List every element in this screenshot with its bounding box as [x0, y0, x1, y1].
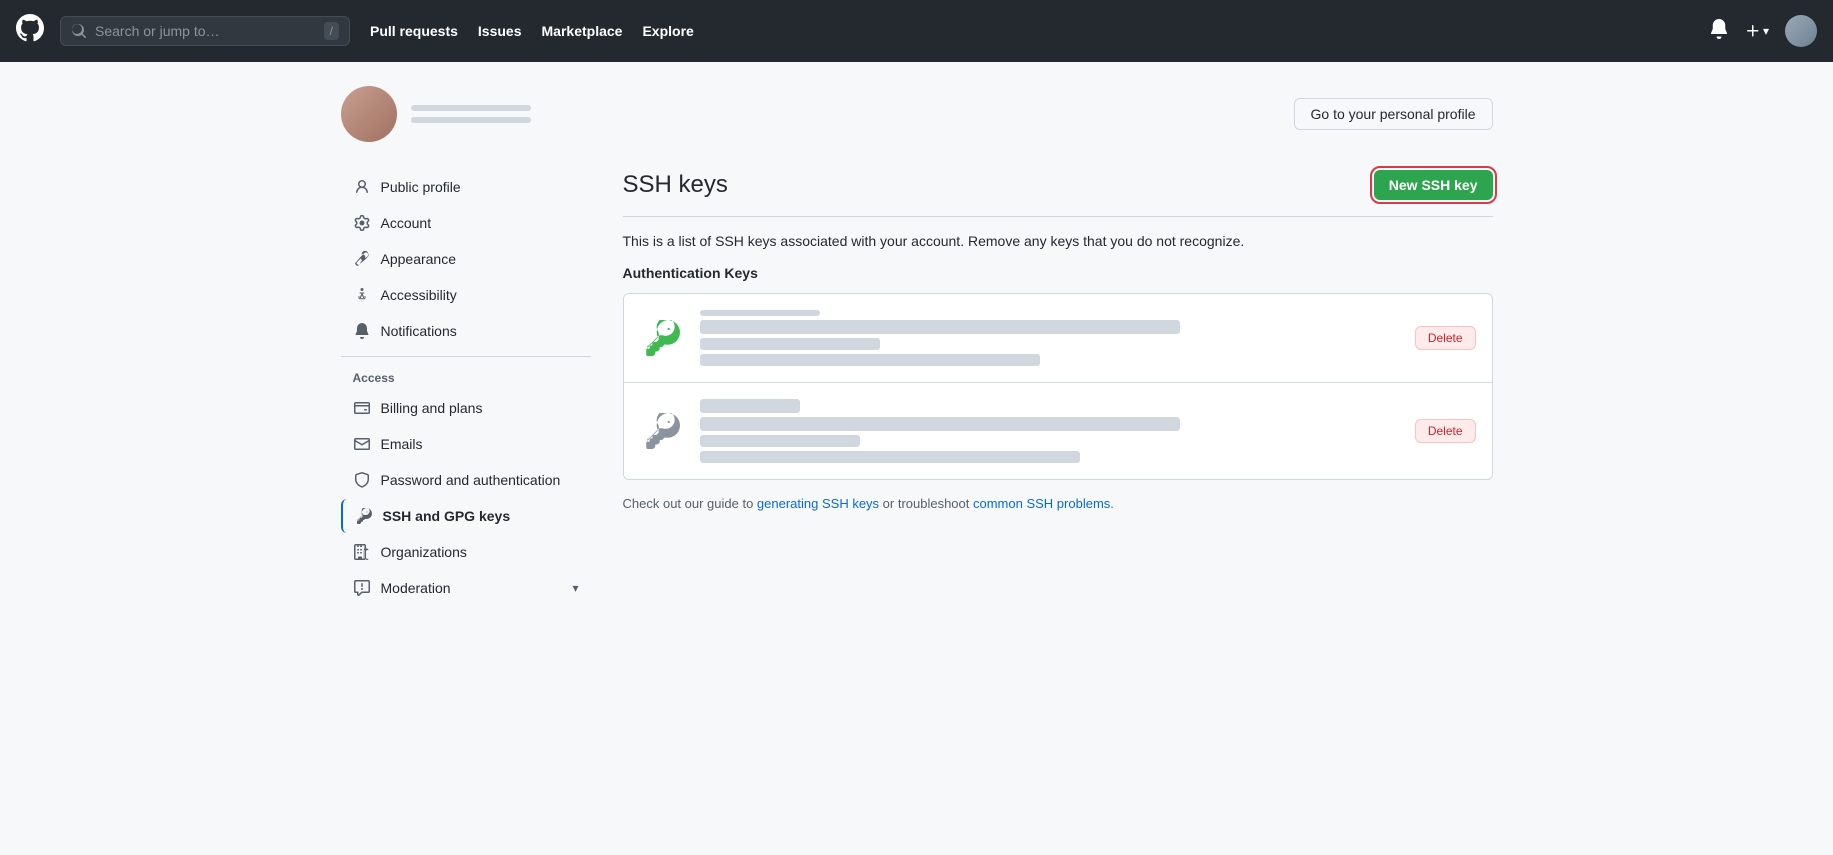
notifications-icon[interactable] [1709, 19, 1729, 44]
sidebar-item-organizations[interactable]: Organizations [341, 535, 591, 569]
user-avatar-nav[interactable] [1785, 15, 1817, 47]
sidebar-item-public-profile[interactable]: Public profile [341, 170, 591, 204]
generating-ssh-keys-link[interactable]: generating SSH keys [757, 496, 879, 511]
sidebar-item-appearance[interactable]: Appearance [341, 242, 591, 276]
sidebar-item-label: Notifications [381, 323, 457, 339]
sidebar-nav: Public profile Account Appearance [341, 170, 591, 605]
sidebar-item-billing[interactable]: Billing and plans [341, 391, 591, 425]
sidebar-item-label: Account [381, 215, 432, 231]
topnav-right: ▾ [1709, 15, 1817, 47]
profile-name-block [411, 105, 531, 123]
sidebar-item-emails[interactable]: Emails [341, 427, 591, 461]
main-layout: Public profile Account Appearance [341, 170, 1493, 607]
sidebar-item-account[interactable]: Account [341, 206, 591, 240]
credit-card-icon [353, 399, 371, 417]
ssh-key-info [700, 310, 1399, 366]
marketplace-link[interactable]: Marketplace [542, 23, 623, 39]
sidebar-item-label: Accessibility [381, 287, 457, 303]
sidebar-item-label: SSH and GPG keys [383, 508, 511, 524]
ssh-key-meta2 [700, 354, 1040, 366]
section-description: This is a list of SSH keys associated wi… [623, 233, 1493, 249]
new-ssh-key-button[interactable]: New SSH key [1374, 170, 1493, 200]
sidebar-item-accessibility[interactable]: Accessibility [341, 278, 591, 312]
sidebar-section-access: Access [341, 365, 591, 391]
topnav-links: Pull requests Issues Marketplace Explore [370, 23, 694, 39]
sidebar-item-label: Emails [381, 436, 423, 452]
ssh-key-icon-wrapper-2 [640, 409, 684, 453]
ssh-key-item: Delete [624, 294, 1492, 382]
sidebar-item-notifications[interactable]: Notifications [341, 314, 591, 348]
sidebar-item-label: Moderation [381, 580, 451, 596]
sidebar-item-label: Public profile [381, 179, 461, 195]
bell-icon [353, 322, 371, 340]
gear-icon [353, 214, 371, 232]
footer-middle-text: or troubleshoot [879, 496, 973, 511]
sidebar-item-label: Billing and plans [381, 400, 483, 416]
ssh-key-icon-wrapper [640, 316, 684, 360]
ssh-key-action: Delete [1415, 326, 1476, 350]
ssh-key-meta2-2 [700, 451, 1080, 463]
pull-requests-link[interactable]: Pull requests [370, 23, 458, 39]
delete-key-1-button[interactable]: Delete [1415, 326, 1476, 350]
chevron-down-icon: ▾ [1763, 24, 1769, 38]
search-input-label: Search or jump to… [95, 23, 316, 39]
moderation-icon [353, 579, 371, 597]
go-to-personal-profile-button[interactable]: Go to your personal profile [1294, 98, 1493, 130]
sidebar-item-label: Password and authentication [381, 472, 561, 488]
section-title: SSH keys [623, 171, 728, 199]
accessibility-icon [353, 286, 371, 304]
auth-keys-title: Authentication Keys [623, 265, 1493, 281]
github-logo-icon[interactable] [16, 14, 44, 49]
create-new-button[interactable]: ▾ [1745, 23, 1769, 39]
topnav: Search or jump to… / Pull requests Issue… [0, 0, 1833, 62]
profile-header-left [341, 86, 531, 142]
sidebar-item-password[interactable]: Password and authentication [341, 463, 591, 497]
ssh-key-meta1 [700, 338, 880, 350]
paintbrush-icon [353, 250, 371, 268]
footer-help: Check out our guide to generating SSH ke… [623, 496, 1493, 511]
sidebar: Public profile Account Appearance [341, 170, 591, 607]
shield-icon [353, 471, 371, 489]
sidebar-divider [341, 356, 591, 357]
organizations-icon [353, 543, 371, 561]
ssh-key-item-2: Delete [624, 383, 1492, 479]
explore-link[interactable]: Explore [642, 23, 693, 39]
sidebar-item-moderation[interactable]: Moderation ▾ [341, 571, 591, 605]
chevron-down-icon: ▾ [572, 581, 578, 595]
issues-link[interactable]: Issues [478, 23, 522, 39]
ssh-key-fingerprint-2 [700, 417, 1180, 431]
sidebar-item-ssh-gpg[interactable]: SSH and GPG keys [341, 499, 591, 533]
ssh-key-name [700, 310, 820, 316]
page-container: Go to your personal profile Public profi… [317, 62, 1517, 631]
main-panel: SSH keys New SSH key This is a list of S… [623, 170, 1493, 511]
section-header: SSH keys New SSH key [623, 170, 1493, 217]
profile-header: Go to your personal profile [341, 86, 1493, 142]
search-box[interactable]: Search or jump to… / [60, 16, 350, 46]
ssh-keys-list: Delete Del [623, 293, 1493, 480]
footer-help-text: Check out our guide to [623, 496, 757, 511]
sidebar-item-label: Organizations [381, 544, 467, 560]
key-gray-icon [644, 413, 680, 449]
footer-end-text: . [1110, 496, 1114, 511]
search-kbd: / [324, 22, 339, 40]
ssh-key-info-2 [700, 399, 1399, 463]
avatar [341, 86, 397, 142]
common-ssh-problems-link[interactable]: common SSH problems [973, 496, 1110, 511]
profile-handle [411, 117, 531, 123]
person-icon [353, 178, 371, 196]
ssh-key-action-2: Delete [1415, 419, 1476, 443]
ssh-key-meta1-2 [700, 435, 860, 447]
profile-name [411, 105, 531, 111]
sidebar-item-label: Appearance [381, 251, 457, 267]
delete-key-2-button[interactable]: Delete [1415, 419, 1476, 443]
mail-icon [353, 435, 371, 453]
key-icon [355, 507, 373, 525]
ssh-key-name-2 [700, 399, 800, 413]
key-green-icon [644, 320, 680, 356]
ssh-key-fingerprint [700, 320, 1180, 334]
